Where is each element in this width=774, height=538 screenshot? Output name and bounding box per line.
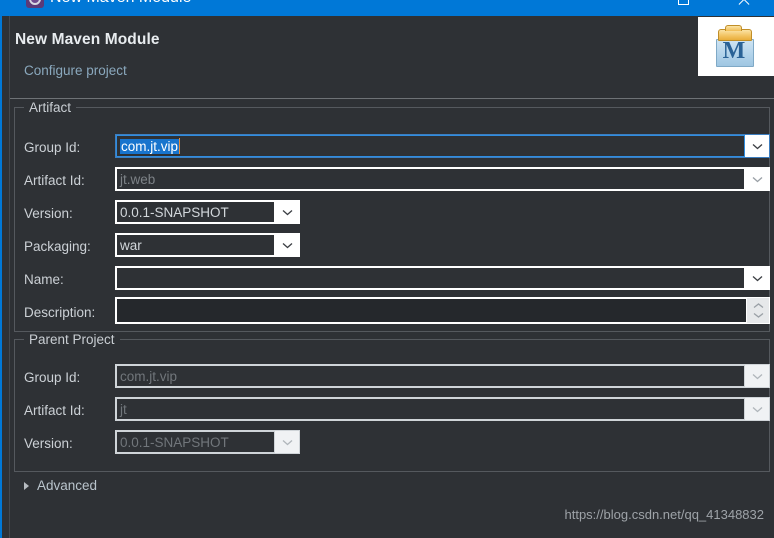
artifact-packaging-value: war bbox=[120, 237, 142, 253]
parent-artifact-id-value: jt bbox=[120, 401, 127, 417]
maximize-button[interactable] bbox=[660, 0, 706, 14]
parent-artifact-id-combo: jt bbox=[115, 397, 770, 421]
artifact-name-dropdown-icon[interactable] bbox=[745, 267, 769, 289]
maven-logo-panel: M bbox=[698, 17, 774, 76]
parent-group-id-combo: com.jt.vip bbox=[115, 364, 770, 388]
artifact-name-label: Name: bbox=[24, 272, 64, 287]
dialog-content: Artifact Group Id: com.jt.vip Artifact I… bbox=[10, 99, 774, 538]
parent-artifact-id-dropdown-icon bbox=[745, 398, 769, 420]
chevron-right-icon bbox=[24, 481, 29, 490]
maven-gear-icon bbox=[26, 0, 44, 8]
artifact-name-combo[interactable] bbox=[115, 266, 770, 290]
artifact-description-label: Description: bbox=[24, 305, 96, 320]
artifact-packaging-dropdown-icon[interactable] bbox=[275, 234, 299, 256]
maven-logo-icon: M bbox=[714, 25, 758, 69]
artifact-artifact-id-value: jt.web bbox=[120, 171, 156, 187]
parent-project-groupbox-legend: Parent Project bbox=[24, 332, 120, 347]
parent-version-combo: 0.0.1-SNAPSHOT bbox=[115, 430, 300, 454]
parent-group-id-label: Group Id: bbox=[24, 370, 81, 385]
parent-version-value: 0.0.1-SNAPSHOT bbox=[120, 434, 229, 450]
artifact-packaging-combo[interactable]: war bbox=[115, 233, 300, 257]
window-titlebar[interactable]: New Maven Module bbox=[0, 0, 774, 16]
artifact-group-id-label: Group Id: bbox=[24, 140, 81, 155]
close-button[interactable] bbox=[720, 0, 766, 14]
parent-group-id-dropdown-icon bbox=[745, 365, 769, 387]
dialog-header: New Maven Module Configure project M bbox=[10, 16, 774, 98]
artifact-groupbox-legend: Artifact bbox=[24, 100, 77, 115]
artifact-artifact-id-label: Artifact Id: bbox=[24, 173, 85, 188]
artifact-group-id-dropdown-icon[interactable] bbox=[745, 135, 769, 157]
parent-group-id-value: com.jt.vip bbox=[120, 368, 178, 384]
window-title: New Maven Module bbox=[50, 0, 191, 7]
page-title: New Maven Module bbox=[15, 31, 160, 48]
artifact-group-id-value: com.jt.vip bbox=[120, 138, 180, 154]
chevron-up-icon bbox=[753, 303, 763, 309]
artifact-version-combo[interactable]: 0.0.1-SNAPSHOT bbox=[115, 200, 300, 224]
parent-version-label: Version: bbox=[24, 436, 73, 451]
artifact-artifact-id-combo[interactable]: jt.web bbox=[115, 167, 770, 191]
artifact-version-value: 0.0.1-SNAPSHOT bbox=[120, 204, 229, 220]
advanced-label: Advanced bbox=[37, 478, 98, 493]
artifact-version-dropdown-icon[interactable] bbox=[275, 201, 299, 223]
artifact-packaging-label: Packaging: bbox=[24, 239, 91, 254]
artifact-artifact-id-dropdown-icon[interactable] bbox=[745, 168, 769, 190]
maven-logo-letter: M bbox=[722, 38, 746, 64]
watermark-text: https://blog.csdn.net/qq_41348832 bbox=[564, 507, 765, 522]
chevron-down-icon bbox=[753, 312, 763, 318]
artifact-version-label: Version: bbox=[24, 206, 73, 221]
text-caret bbox=[179, 138, 181, 154]
parent-version-dropdown-icon bbox=[275, 431, 299, 453]
artifact-description-field[interactable] bbox=[115, 297, 770, 324]
artifact-group-id-combo[interactable]: com.jt.vip bbox=[115, 134, 770, 158]
artifact-description-spinner[interactable] bbox=[747, 298, 769, 323]
parent-artifact-id-label: Artifact Id: bbox=[24, 403, 85, 418]
advanced-disclosure[interactable]: Advanced bbox=[24, 478, 97, 493]
window-left-gutter bbox=[2, 16, 9, 538]
page-subtitle: Configure project bbox=[24, 63, 127, 78]
